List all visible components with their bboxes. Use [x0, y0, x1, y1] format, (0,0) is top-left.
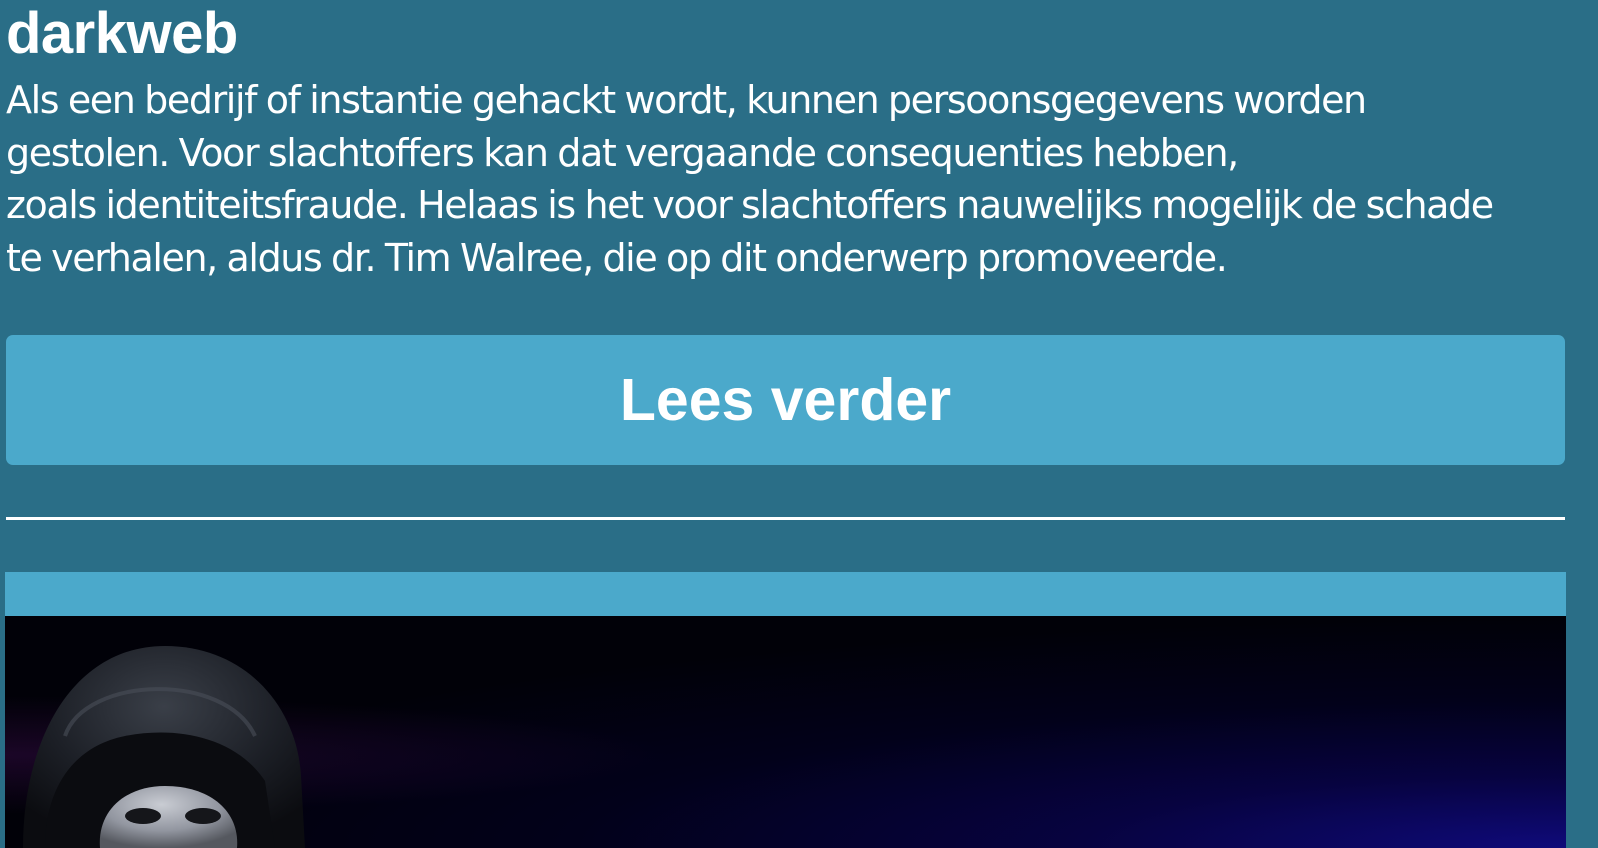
summary-line: gestolen. Voor slachtoffers kan dat verg…	[6, 130, 1239, 175]
article-title: darkweb	[6, 1, 238, 66]
summary-line: te verhalen, aldus dr. Tim Walree, die o…	[6, 235, 1228, 280]
next-article-card[interactable]	[5, 572, 1566, 848]
summary-line: Als een bedrijf of instantie gehackt wor…	[6, 78, 1367, 122]
hacker-figure-icon	[23, 646, 305, 848]
page: darkweb Als een bedrijf of instantie geh…	[0, 0, 1598, 848]
summary-line: zoals identiteitsfraude. Helaas is het v…	[6, 183, 1494, 227]
card-header-strip	[5, 572, 1566, 616]
article-summary: Als een bedrijf of instantie gehackt wor…	[6, 74, 1566, 284]
divider	[6, 517, 1565, 520]
read-more-button[interactable]: Lees verder	[6, 335, 1565, 465]
hooded-masked-hacker-image[interactable]	[5, 616, 1566, 848]
